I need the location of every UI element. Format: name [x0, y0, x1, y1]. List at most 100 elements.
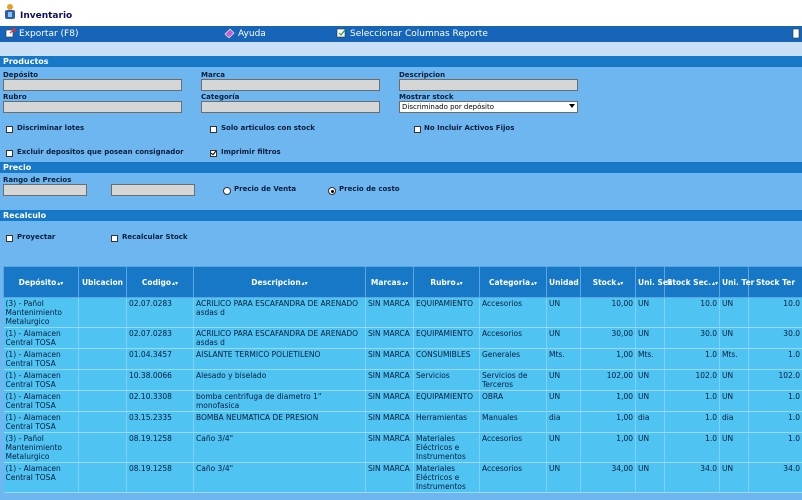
recalcular-stock-checkbox[interactable] — [111, 235, 118, 242]
descripcion-input[interactable] — [399, 79, 578, 91]
precio-costo-radio[interactable] — [328, 187, 336, 195]
deposito-input[interactable] — [3, 79, 182, 91]
categoria-input[interactable] — [201, 101, 380, 113]
column-header-label: Uni. Ter — [722, 277, 755, 287]
table-cell — [78, 462, 127, 493]
table-cell: UN — [719, 432, 749, 463]
column-header[interactable]: Descripcion▴▾ — [193, 266, 366, 298]
table-cell: 10.0 — [664, 297, 720, 328]
toolbar-overflow-icon[interactable] — [792, 28, 800, 41]
column-header[interactable]: Marcas▴▾ — [365, 266, 414, 298]
discriminar-lotes-checkbox[interactable] — [6, 126, 13, 133]
table-row[interactable]: (3) - Pañol Mantenimiento Metalurgico 02.… — [3, 297, 802, 328]
rubro-input[interactable] — [3, 101, 182, 113]
mostrar-stock-select[interactable]: Discriminado por depósito — [399, 101, 578, 113]
table-cell: Accesorios — [479, 432, 547, 463]
proyectar-label: Proyectar — [17, 233, 56, 241]
excluir-consignador-label: Excluir depositos que posean consignador — [17, 148, 184, 156]
mostrar-stock-label: Mostrar stock — [399, 93, 454, 101]
table-cell: UN — [635, 462, 665, 493]
table-cell: Manuales — [479, 411, 547, 433]
sort-icon[interactable]: ▴▾ — [617, 280, 623, 287]
select-columns-button[interactable]: Seleccionar Columnas Reporte — [336, 28, 488, 39]
column-header[interactable]: Categoria▴▾ — [479, 266, 547, 298]
column-header[interactable]: Stock Sec.▴▾ — [664, 266, 720, 298]
table-cell: Servicios de Terceros — [479, 369, 547, 391]
table-cell: 1,00 — [580, 432, 636, 463]
table-cell: Accesorios — [479, 462, 547, 493]
table-row[interactable]: (1) - Alamacen Central TOSA 10.38.0066 Ale… — [3, 369, 802, 391]
marca-input[interactable] — [201, 79, 380, 91]
column-header[interactable]: Rubro▴▾ — [413, 266, 480, 298]
table-cell: Servicios — [413, 369, 480, 391]
table-cell: UN — [719, 297, 749, 328]
column-header[interactable]: Depósito▴▾ — [3, 266, 79, 298]
table-cell: (1) - Alamacen Central TOSA — [3, 327, 79, 349]
precio-desde-input[interactable] — [3, 184, 87, 196]
column-header-label: Codigo — [141, 277, 172, 287]
table-cell: ACRILICO PARA ESCAFANDRA DE ARENADO asda… — [193, 297, 366, 328]
table-cell: CONSUMIBLES — [413, 348, 480, 370]
window-title-bar: Inventario — [0, 0, 802, 26]
excluir-consignador-checkbox[interactable] — [6, 150, 13, 157]
table-cell: 1.0 — [664, 432, 720, 463]
sort-icon[interactable]: ▴▾ — [302, 280, 308, 287]
table-cell — [78, 327, 127, 349]
column-header-label: Depósito — [18, 277, 57, 287]
sort-icon[interactable]: ▴▾ — [172, 280, 178, 287]
column-header: Uni. Sec — [635, 266, 672, 298]
table-cell — [78, 432, 127, 463]
solo-con-stock-checkbox[interactable] — [210, 126, 217, 133]
table-cell — [78, 369, 127, 391]
table-cell: Accesorios — [479, 327, 547, 349]
table-cell: SIN MARCA — [365, 369, 414, 391]
sort-icon[interactable]: ▴▾ — [457, 280, 463, 287]
section-recalculo-header: Recalculo — [0, 210, 802, 221]
table-cell: SIN MARCA — [365, 432, 414, 463]
table-cell: 30.0 — [664, 327, 720, 349]
export-button[interactable]: Exportar (F8) — [5, 28, 78, 39]
table-cell: SIN MARCA — [365, 411, 414, 433]
sort-icon[interactable]: ▴▾ — [712, 280, 718, 287]
precio-hasta-input[interactable] — [111, 184, 195, 196]
precio-venta-label: Precio de Venta — [234, 185, 297, 193]
sort-icon[interactable]: ▴▾ — [402, 280, 408, 287]
column-header[interactable]: Codigo▴▾ — [126, 266, 194, 298]
table-cell: UN — [635, 432, 665, 463]
table-cell: Mts. — [719, 348, 749, 370]
table-cell: dia — [635, 411, 665, 433]
column-header-label: Unidad — [549, 277, 579, 287]
table-row[interactable]: (1) - Alamacen Central TOSA 02.10.3308 bom… — [3, 390, 802, 412]
table-cell: SIN MARCA — [365, 462, 414, 493]
table-cell: UN — [719, 462, 749, 493]
toolbar-separator — [0, 42, 802, 56]
table-cell: Materiales Eléctricos e Instrumentos — [413, 432, 480, 463]
table-cell: OBRA — [479, 390, 547, 412]
sort-icon[interactable]: ▴▾ — [57, 280, 63, 287]
table-cell: (1) - Alamacen Central TOSA — [3, 411, 79, 433]
discriminar-lotes-label: Discriminar lotes — [17, 124, 85, 132]
table-cell: UN — [719, 327, 749, 349]
no-incluir-activos-checkbox[interactable] — [414, 126, 421, 133]
marca-label: Marca — [201, 71, 226, 79]
precio-costo-label: Precio de costo — [339, 185, 400, 193]
table-cell: UN — [546, 390, 581, 412]
proyectar-checkbox[interactable] — [6, 235, 13, 242]
precio-venta-radio[interactable] — [223, 187, 231, 195]
chevron-down-icon — [569, 104, 575, 108]
table-cell: Mts. — [635, 348, 665, 370]
table-row[interactable]: (1) - Alamacen Central TOSA 01.04.3457 AIS… — [3, 348, 802, 370]
table-row[interactable]: (1) - Alamacen Central TOSA 03.15.2335 BOM… — [3, 411, 802, 433]
table-cell: Mts. — [546, 348, 581, 370]
table-cell: Caño 3/4" — [193, 432, 366, 463]
section-precio-header: Precio — [0, 162, 802, 173]
sort-icon[interactable]: ▴▾ — [531, 280, 537, 287]
table-row[interactable]: (3) - Pañol Mantenimiento Metalurgico 08.… — [3, 432, 802, 463]
rubro-label: Rubro — [3, 93, 27, 101]
table-row[interactable]: (1) - Alamacen Central TOSA 08.19.1258 Cañ… — [3, 462, 802, 493]
imprimir-filtros-checkbox[interactable] — [210, 150, 217, 157]
help-button[interactable]: Ayuda — [224, 28, 266, 39]
column-header[interactable]: Stock▴▾ — [580, 266, 636, 298]
table-cell: 08.19.1258 — [126, 462, 194, 493]
table-row[interactable]: (1) - Alamacen Central TOSA 02.07.0283 ACR… — [3, 327, 802, 349]
